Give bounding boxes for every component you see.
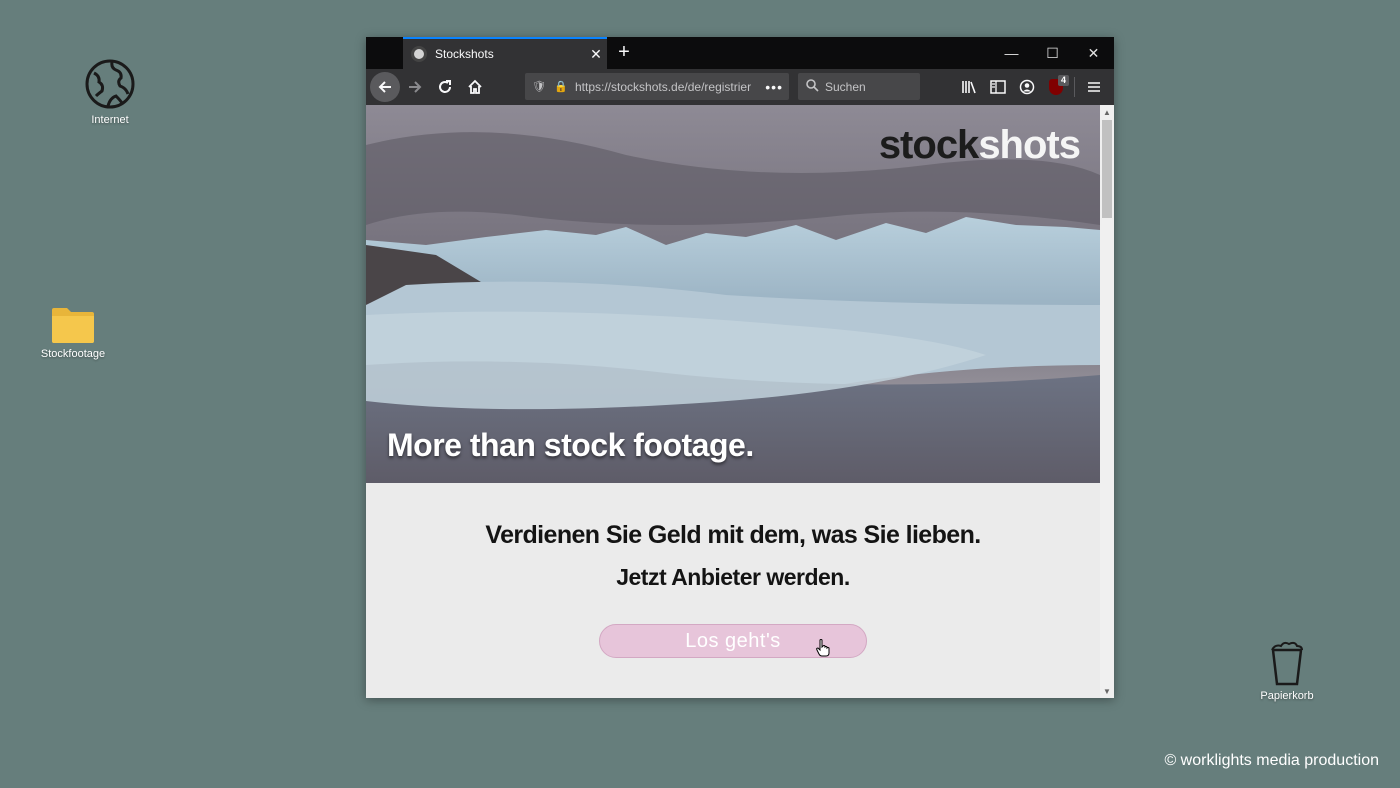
ublock-badge: 4 (1057, 75, 1069, 86)
home-button[interactable] (460, 72, 490, 102)
close-window-button[interactable]: ✕ (1073, 37, 1114, 69)
page-scrollbar[interactable]: ▲ ▼ (1100, 105, 1114, 698)
favicon-icon (411, 46, 427, 62)
back-arrow-icon (378, 81, 391, 93)
url-text[interactable]: https://stockshots.de/de/registrier (575, 80, 765, 94)
page-actions-menu-icon[interactable]: ••• (765, 79, 783, 95)
reload-button[interactable] (430, 72, 460, 102)
window-controls: — ☐ ✕ (991, 37, 1114, 69)
browser-titlebar: Stockshots ✕ + — ☐ ✕ (366, 37, 1114, 69)
forward-button[interactable] (400, 72, 430, 102)
desktop-icon-stockfootage[interactable]: Stockfootage (38, 306, 108, 360)
hero-banner: stockshots More than stock footage. (366, 105, 1100, 483)
hand-cursor-icon (816, 637, 830, 669)
search-input[interactable]: Suchen (798, 73, 920, 100)
lock-icon[interactable]: 🔒 (553, 80, 569, 93)
new-tab-button[interactable]: + (614, 41, 634, 63)
los-gehts-button[interactable]: Los geht's (599, 624, 867, 658)
hamburger-menu-icon[interactable] (1079, 72, 1108, 102)
home-icon (468, 79, 482, 94)
back-button[interactable] (370, 72, 400, 102)
tracking-shield-icon[interactable]: 🛡 (531, 80, 547, 93)
reload-icon (439, 80, 451, 93)
scroll-up-arrow-icon[interactable]: ▲ (1100, 105, 1114, 119)
library-icon[interactable] (954, 72, 983, 102)
folder-icon (52, 308, 94, 343)
search-icon (806, 78, 819, 95)
desktop-icon-label: Papierkorb (1260, 690, 1314, 702)
cta-button-label: Los geht's (685, 630, 781, 652)
minimize-button[interactable]: — (991, 37, 1032, 69)
search-placeholder: Suchen (825, 79, 866, 94)
desktop-icon-label: Internet (91, 114, 129, 126)
browser-window: Stockshots ✕ + — ☐ ✕ 🛡 🔒 https://stocksh… (366, 37, 1114, 698)
logo-part-shots: shots (978, 123, 1081, 167)
ublock-extension-icon[interactable]: 4 (1041, 72, 1070, 102)
forward-arrow-icon (409, 81, 422, 93)
copyright-watermark: © worklights media production (1164, 752, 1379, 769)
maximize-button[interactable]: ☐ (1032, 37, 1073, 69)
cta-section: Verdienen Sie Geld mit dem, was Sie lieb… (366, 521, 1100, 658)
desktop-icon-papierkorb[interactable]: Papierkorb (1256, 640, 1318, 702)
account-icon[interactable] (1012, 72, 1041, 102)
scrollbar-thumb[interactable] (1102, 120, 1112, 218)
globe-icon (85, 59, 135, 109)
toolbar-icons: 4 (954, 69, 1108, 105)
sidebar-icon[interactable] (983, 72, 1012, 102)
browser-navbar: 🛡 🔒 https://stockshots.de/de/registrier … (366, 69, 1114, 105)
logo-part-stock: stock (878, 123, 979, 167)
hero-tagline: More than stock footage. (387, 427, 754, 463)
cta-headline: Verdienen Sie Geld mit dem, was Sie lieb… (485, 521, 981, 549)
desktop-icon-label: Stockfootage (40, 348, 106, 360)
tab-close-icon[interactable]: ✕ (585, 46, 607, 63)
scroll-down-arrow-icon[interactable]: ▼ (1100, 684, 1114, 698)
cta-subheadline: Jetzt Anbieter werden. (616, 564, 850, 590)
desktop-icon-internet[interactable]: Internet (82, 58, 138, 126)
page-content: stockshots More than stock footage. Verd… (366, 105, 1100, 698)
tab-title: Stockshots (435, 47, 494, 61)
stockshots-logo[interactable]: stockshots (878, 123, 1081, 168)
browser-tab-stockshots[interactable]: Stockshots ✕ (403, 37, 607, 69)
url-bar[interactable]: 🛡 🔒 https://stockshots.de/de/registrier … (525, 73, 789, 100)
trash-icon (1271, 641, 1303, 686)
